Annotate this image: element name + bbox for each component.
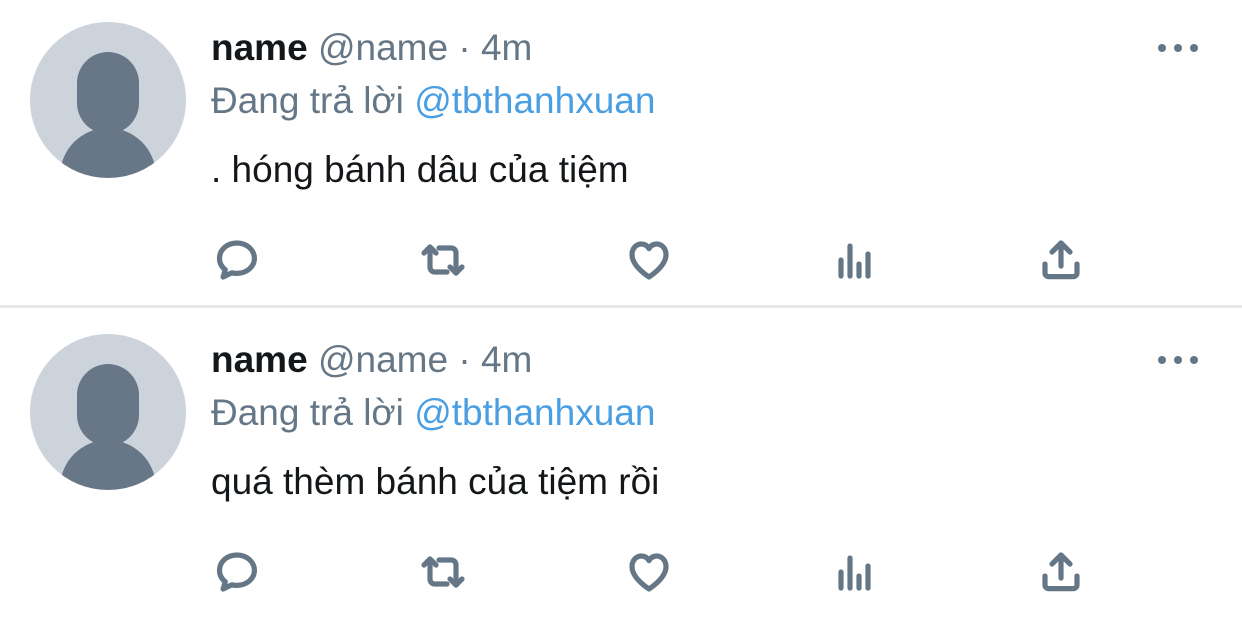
- separator-dot: ·: [458, 27, 471, 68]
- replying-to: Đang trả lời @tbthanhxuan: [211, 391, 655, 435]
- reply-button[interactable]: [209, 544, 265, 600]
- reply-button[interactable]: [209, 232, 265, 288]
- share-icon: [1042, 240, 1080, 280]
- tweet-header: name @name · 4m: [211, 338, 532, 382]
- avatar-body-shape: [60, 128, 156, 178]
- more-icon[interactable]: [1158, 36, 1198, 60]
- timestamp[interactable]: 4m: [481, 27, 532, 68]
- tweet-text: . hóng bánh dâu của tiệm: [211, 149, 629, 190]
- tweet-divider: [0, 305, 1242, 308]
- replying-label: Đang trả lời: [211, 80, 404, 121]
- more-dot: [1190, 356, 1198, 364]
- share-icon: [1042, 552, 1080, 592]
- tweet-text: quá thèm bánh của tiệm rồi: [211, 461, 660, 502]
- like-button[interactable]: [621, 544, 677, 600]
- like-icon: [629, 241, 669, 280]
- mention-link[interactable]: @tbthanhxuan: [414, 80, 655, 121]
- more-dot: [1190, 44, 1198, 52]
- like-button[interactable]: [621, 232, 677, 288]
- user-handle[interactable]: @name: [318, 339, 448, 380]
- reply-icon: [216, 552, 257, 592]
- share-button[interactable]: [1033, 544, 1089, 600]
- timestamp[interactable]: 4m: [481, 339, 532, 380]
- mention-link[interactable]: @tbthanhxuan: [414, 392, 655, 433]
- avatar-head-shape: [77, 52, 139, 134]
- more-icon[interactable]: [1158, 348, 1198, 372]
- retweet-icon: [421, 244, 465, 276]
- replying-label: Đang trả lời: [211, 392, 404, 433]
- avatar-body-shape: [60, 440, 156, 490]
- separator-dot: ·: [458, 339, 471, 380]
- tweet-header: name @name · 4m: [211, 26, 532, 70]
- more-dot: [1158, 44, 1166, 52]
- avatar[interactable]: [30, 22, 186, 178]
- avatar[interactable]: [30, 334, 186, 490]
- user-handle[interactable]: @name: [318, 27, 448, 68]
- share-button[interactable]: [1033, 232, 1089, 288]
- more-dot: [1174, 44, 1182, 52]
- display-name[interactable]: name: [211, 339, 308, 380]
- views-button[interactable]: [827, 232, 883, 288]
- like-icon: [629, 553, 669, 592]
- tweet[interactable]: name @name · 4m Đang trả lời @tbthanhxua…: [0, 312, 1242, 618]
- views-icon: [838, 555, 871, 591]
- views-icon: [838, 243, 871, 279]
- replying-to: Đang trả lời @tbthanhxuan: [211, 79, 655, 123]
- reply-icon: [216, 240, 257, 280]
- avatar-head-shape: [77, 364, 139, 446]
- display-name[interactable]: name: [211, 27, 308, 68]
- retweet-button[interactable]: [415, 544, 471, 600]
- retweet-icon: [421, 556, 465, 588]
- more-dot: [1158, 356, 1166, 364]
- retweet-button[interactable]: [415, 232, 471, 288]
- tweet[interactable]: name @name · 4m Đang trả lời @tbthanhxua…: [0, 0, 1242, 306]
- views-button[interactable]: [827, 544, 883, 600]
- more-dot: [1174, 356, 1182, 364]
